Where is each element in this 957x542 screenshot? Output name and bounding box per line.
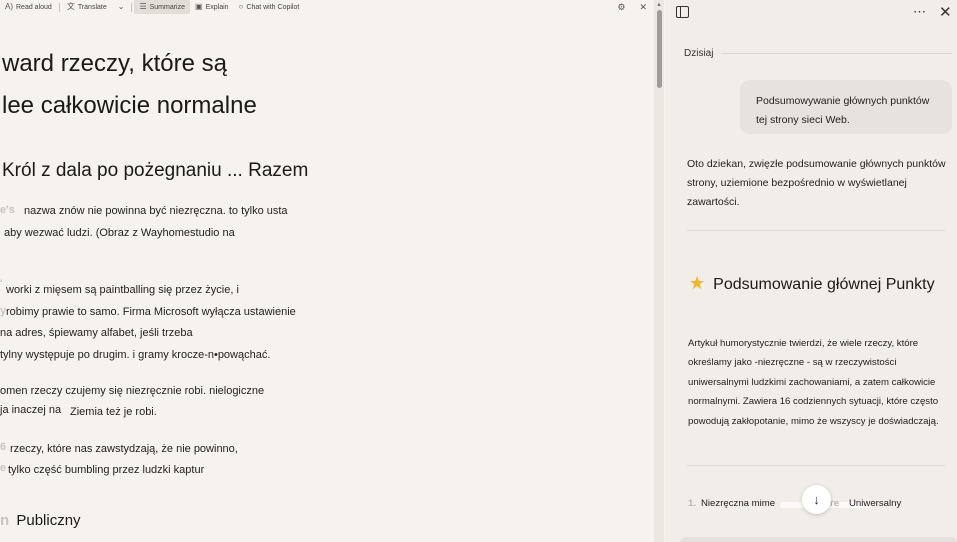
chat-icon: ○	[238, 2, 244, 11]
paragraph-line: na adres, śpiewamy alfabet, jeśli trzeba	[0, 327, 193, 339]
paragraph-line: omen rzeczy czujemy się niezręcznie robi…	[0, 385, 265, 397]
read-aloud-icon: A)	[5, 2, 13, 11]
reader-scrollbar[interactable]: ▲	[654, 0, 664, 542]
paragraph-line: nazwa znów nie powinna być niezręczna. t…	[24, 205, 288, 217]
paragraph-line: Ziemia też je robi.	[70, 406, 157, 418]
user-message-bubble: Podsumowywanie głównych punktów tej stro…	[740, 80, 952, 134]
summarize-button[interactable]: ☰ Summarize	[134, 0, 191, 14]
paragraph-line: tylny występuje po drugim. i gramy krocz…	[0, 349, 271, 361]
explain-button[interactable]: ▣ Explain	[190, 0, 234, 14]
faded-text: e	[0, 462, 7, 474]
scrollbar-thumb[interactable]	[657, 10, 662, 88]
reader-toolbar: A) Read aloud 文 Translate ⌄ ☰ Summarize …	[0, 0, 655, 14]
translate-icon: 文	[66, 2, 75, 11]
paragraph-line: robimy prawie to samo. Firma Microsoft w…	[6, 306, 296, 318]
copilot-header: ⋯ ✕	[665, 0, 957, 26]
close-icon[interactable]: ✕	[939, 3, 952, 21]
paragraph-line: ja inaczej na	[0, 404, 62, 416]
copilot-pane: ⋯ ✕ Dzisiaj Podsumowywanie głównych punk…	[665, 0, 957, 542]
translate-button[interactable]: 文 Translate ⌄	[62, 0, 130, 14]
article-title-line-1: ward rzeczy, które są	[2, 50, 227, 77]
read-aloud-button[interactable]: A) Read aloud	[0, 0, 57, 14]
list-item-text: Uniwersalny	[849, 498, 902, 509]
faded-text: re	[830, 498, 840, 509]
sidebar-toggle-icon[interactable]	[676, 6, 689, 18]
divider	[721, 53, 952, 54]
explain-icon: ▣	[195, 2, 203, 11]
section-heading: n Publiczny	[0, 512, 81, 529]
faded-text: 6	[0, 441, 7, 453]
reader-content: ward rzeczy, które są lee całkowicie nor…	[0, 14, 654, 542]
paragraph-line: worki z mięsem są paintballing się przez…	[6, 284, 239, 296]
summary-heading-text: Podsumowanie głównej Punkty	[713, 276, 935, 293]
summarize-label: Summarize	[149, 3, 186, 11]
faded-text: n	[0, 512, 10, 529]
chat-with-copilot-button[interactable]: ○ Chat with Copilot	[234, 0, 305, 14]
gear-icon[interactable]: ⚙	[617, 2, 625, 13]
response-intro: Oto dziekan, zwięzłe podsumowanie główny…	[687, 158, 946, 208]
star-icon: ★	[689, 273, 706, 293]
faded-text: '	[0, 278, 3, 290]
toolbar-separator	[131, 2, 133, 12]
divider	[687, 465, 945, 466]
divider	[687, 230, 945, 231]
user-message-text: Podsumowywanie głównych punktów tej stro…	[756, 95, 930, 126]
composer-edge	[680, 537, 957, 542]
list-item-text: Niezręczna mime	[701, 498, 776, 509]
more-icon[interactable]: ⋯	[913, 4, 927, 20]
toolbar-separator	[58, 2, 60, 12]
faded-text: e's	[0, 204, 15, 216]
summary-body: Artykuł humorystycznie twierdzi, że wiel…	[688, 338, 939, 427]
date-label: Dzisiaj	[684, 48, 714, 59]
translate-label: Translate	[77, 3, 107, 11]
paragraph-line: aby wezwać ludzi. (Obraz z Wayhomestudio…	[4, 227, 235, 239]
toolbar-right: ⚙ ✕	[617, 0, 655, 14]
scroll-to-bottom-button[interactable]: ↓	[802, 485, 831, 514]
read-aloud-label: Read aloud	[16, 3, 52, 11]
paragraph-line: tylko część bumbling przez ludzki kaptur	[8, 464, 205, 476]
section-heading-text: Publiczny	[16, 512, 81, 529]
summarize-icon: ☰	[139, 2, 147, 11]
date-separator: Dzisiaj	[684, 48, 952, 59]
close-icon[interactable]: ✕	[639, 2, 647, 13]
paragraph-line: rzeczy, które nas zawstydzają, że nie po…	[10, 443, 238, 455]
summary-heading: ★ Podsumowanie głównej Punkty	[689, 270, 951, 298]
scroll-up-icon[interactable]: ▲	[654, 2, 664, 8]
arrow-down-icon: ↓	[813, 492, 820, 507]
list-number: 1.	[688, 498, 697, 509]
chat-with-copilot-label: Chat with Copilot	[246, 3, 300, 11]
chevron-down-icon: ⌄	[117, 2, 125, 11]
explain-label: Explain	[205, 3, 229, 11]
article-subtitle: Król z dala po pożegnaniu ... Razem	[2, 160, 309, 181]
article-title-line-2: lee całkowicie normalne	[2, 92, 257, 119]
